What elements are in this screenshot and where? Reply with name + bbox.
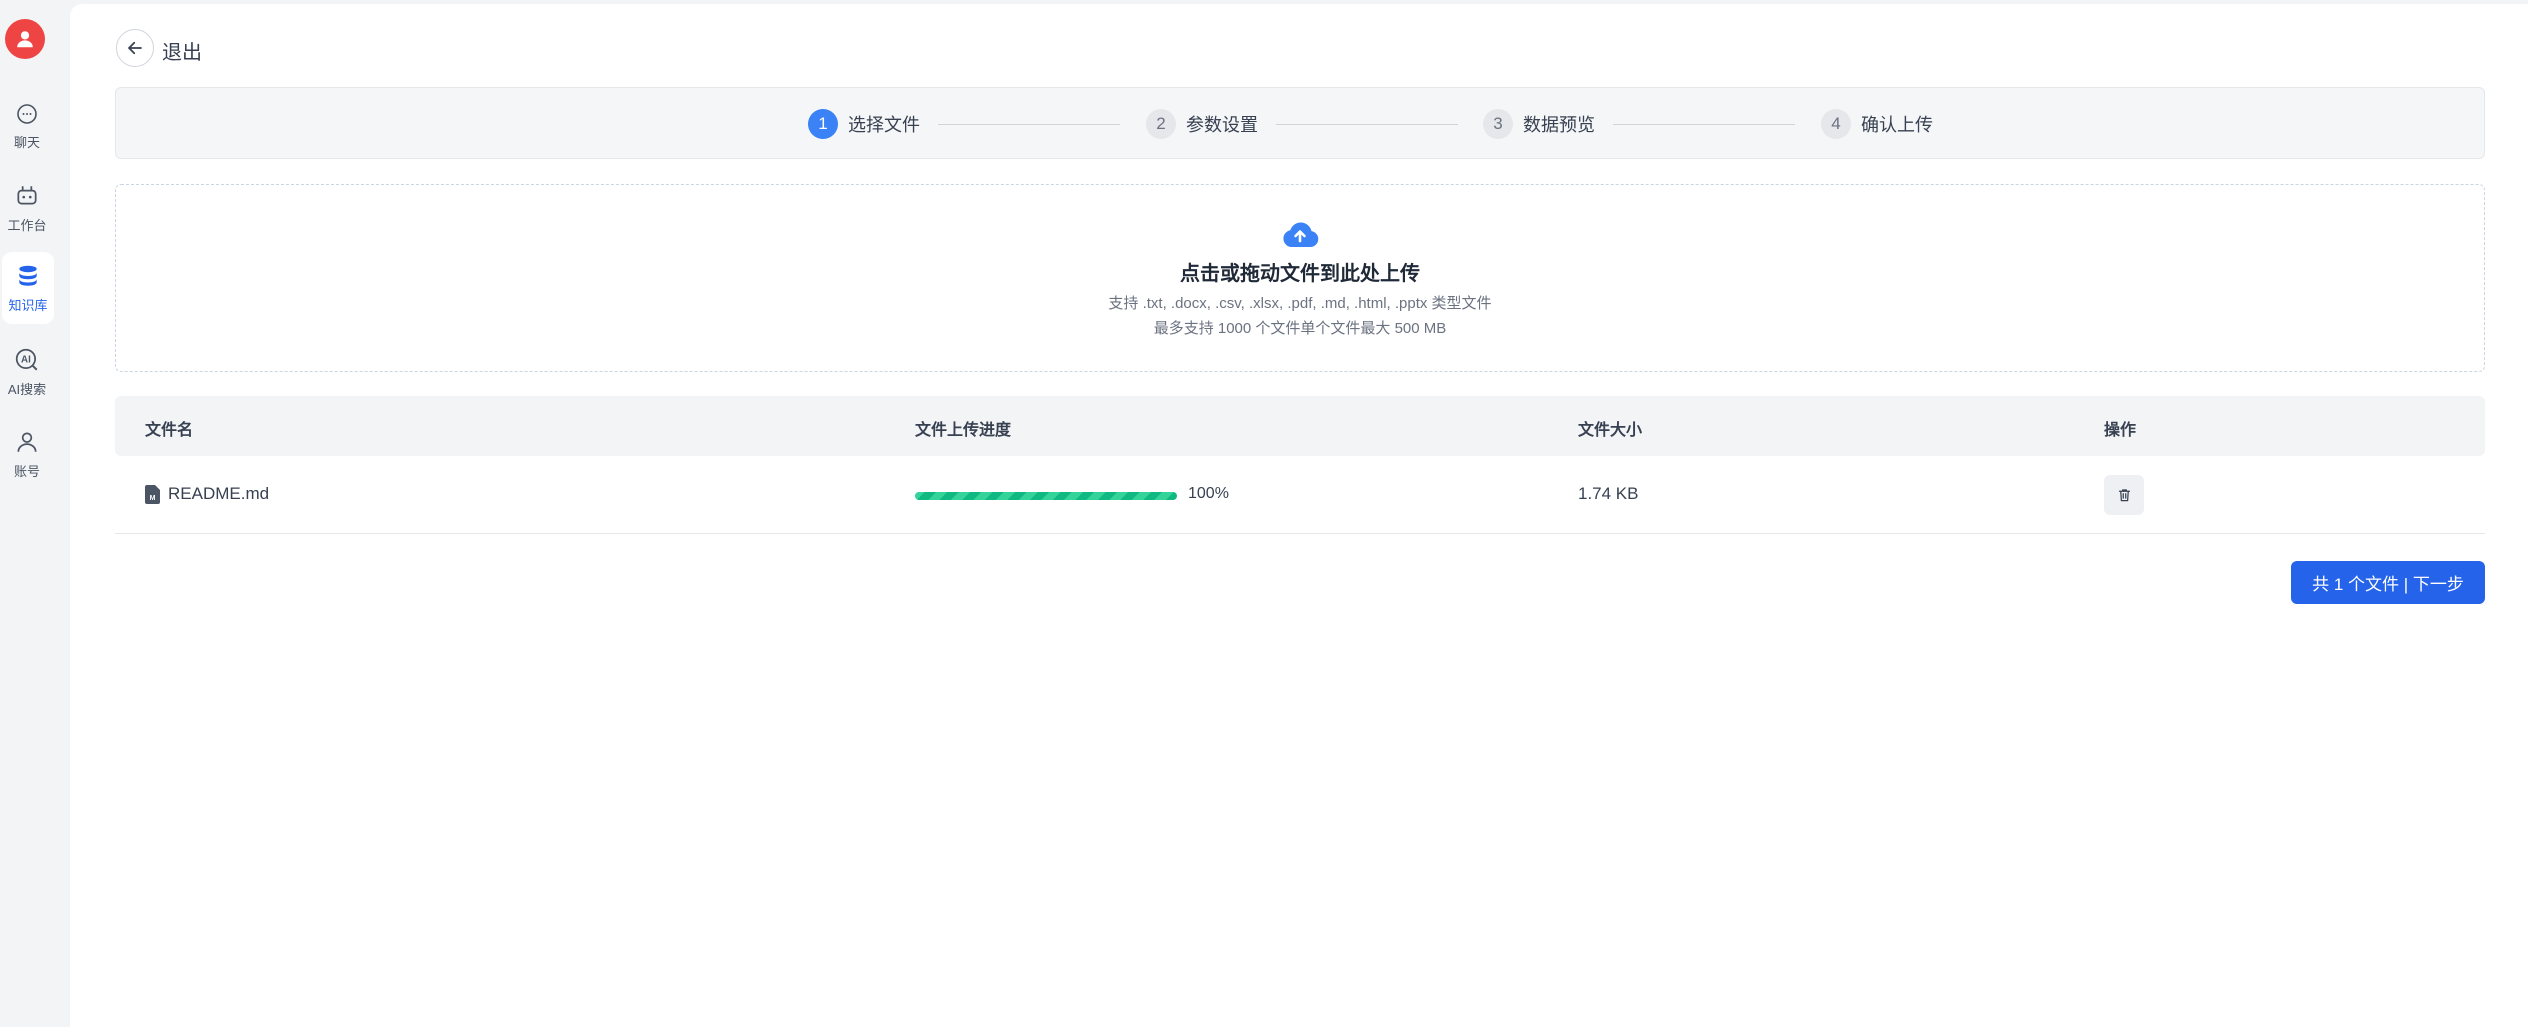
arrow-left-icon <box>128 41 142 55</box>
cloud-upload-icon <box>1283 222 1319 247</box>
step-label: 数据预览 <box>1523 115 1595 135</box>
sidebar-item-label: AI搜索 <box>7 381 47 397</box>
avatar[interactable] <box>5 19 45 59</box>
column-header-name: 文件名 <box>145 422 194 439</box>
column-header-size: 文件大小 <box>1578 422 1643 439</box>
markdown-file-icon: M <box>145 484 160 504</box>
column-header-actions: 操作 <box>2104 422 2137 439</box>
robot-icon <box>17 185 37 204</box>
next-step-button[interactable]: 共 1 个文件 | 下一步 <box>2291 561 2485 604</box>
sidebar-item-label: 知识库 <box>8 297 48 313</box>
table-row: M README.md 100% 1.74 KB <box>115 456 2485 534</box>
sidebar-item-label: 聊天 <box>13 134 40 150</box>
step-2: 2 参数设置 <box>1146 88 1258 160</box>
table-header: 文件名 文件上传进度 文件大小 操作 <box>115 396 2485 456</box>
step-number: 4 <box>1821 109 1851 139</box>
sidebar-item-chat[interactable]: 聊天 <box>0 90 54 162</box>
svg-text:AI: AI <box>21 354 31 365</box>
user-avatar-icon <box>17 31 33 48</box>
upload-limit: 最多支持 1000 个文件单个文件最大 500 MB <box>1153 319 1447 337</box>
step-number: 1 <box>808 109 838 139</box>
file-name: README.md <box>168 484 270 503</box>
delete-file-button[interactable] <box>2104 475 2144 515</box>
step-label: 确认上传 <box>1861 115 1933 135</box>
upload-dropzone[interactable]: 点击或拖动文件到此处上传 支持 .txt, .docx, .csv, .xlsx… <box>115 184 2485 372</box>
ai-search-icon: AI <box>15 348 38 370</box>
step-number: 2 <box>1146 109 1176 139</box>
step-label: 参数设置 <box>1186 115 1258 135</box>
step-4: 4 确认上传 <box>1821 88 1933 160</box>
step-connector <box>1613 124 1795 125</box>
svg-text:M: M <box>150 495 156 502</box>
step-indicator: 1 选择文件 2 参数设置 3 数据预览 4 确认上传 <box>115 87 2485 159</box>
step-connector <box>1276 124 1458 125</box>
file-name-cell: M README.md <box>145 484 269 504</box>
step-number: 3 <box>1483 109 1513 139</box>
sidebar-item-label: 账号 <box>13 463 40 479</box>
main-panel: 退出 1 选择文件 2 参数设置 3 数据预览 4 确认上传 点击或拖动文件到此… <box>70 4 2528 1027</box>
upload-file-types: 支持 .txt, .docx, .csv, .xlsx, .pdf, .md, … <box>1108 294 1492 312</box>
sidebar-item-knowledge[interactable]: 知识库 <box>2 252 54 324</box>
upload-progress-bar <box>915 492 1177 500</box>
column-header-progress: 文件上传进度 <box>915 422 1012 439</box>
step-label: 选择文件 <box>848 115 920 135</box>
database-icon <box>19 265 37 286</box>
upload-title: 点击或拖动文件到此处上传 <box>1180 262 1420 285</box>
back-button[interactable] <box>116 29 154 67</box>
trash-icon <box>2118 489 2130 502</box>
file-size: 1.74 KB <box>1578 484 1639 503</box>
sidebar-item-workbench[interactable]: 工作台 <box>0 172 54 244</box>
sidebar-item-label: 工作台 <box>7 217 47 233</box>
step-3: 3 数据预览 <box>1483 88 1595 160</box>
step-connector <box>938 124 1120 125</box>
user-icon <box>17 431 37 452</box>
sidebar-item-ai-search[interactable]: AI AI搜索 <box>0 336 54 408</box>
back-label[interactable]: 退出 <box>162 36 202 65</box>
sidebar: 聊天 工作台 知识库 AI AI搜索 账号 <box>0 0 70 1027</box>
file-table: 文件名 文件上传进度 文件大小 操作 M README.md 100% 1.74… <box>115 396 2485 534</box>
upload-progress-percent: 100% <box>1188 485 1229 502</box>
step-1: 1 选择文件 <box>808 88 920 160</box>
chat-icon <box>17 103 37 124</box>
sidebar-item-account[interactable]: 账号 <box>0 418 54 490</box>
